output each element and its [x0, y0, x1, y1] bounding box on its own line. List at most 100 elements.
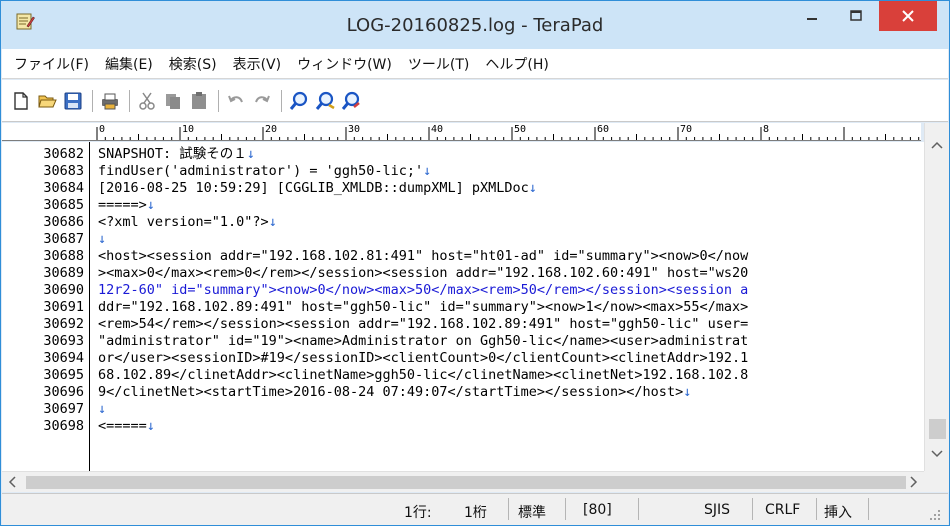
editor-line[interactable]: 30682 SNAPSHOT: 試験その１↓	[2, 146, 924, 162]
line-content: =====>	[98, 197, 147, 213]
resize-grip-icon[interactable]	[928, 508, 942, 522]
status-separator	[638, 498, 639, 520]
paste-button[interactable]	[188, 90, 210, 112]
menu-file[interactable]: ファイル(F)	[8, 54, 95, 74]
minimize-button[interactable]	[793, 1, 831, 31]
line-text[interactable]: ↓	[98, 231, 106, 247]
editor-line[interactable]: 30685 =====>↓	[2, 197, 924, 213]
undo-icon	[228, 95, 243, 102]
line-number: 30685	[43, 197, 84, 213]
menu-tools[interactable]: ツール(T)	[402, 54, 475, 74]
line-text[interactable]: <host><session addr="192.168.102.81:491"…	[98, 248, 748, 264]
line-text[interactable]: <?xml version="1.0"?>↓	[98, 214, 277, 230]
line-text[interactable]: [2016-08-25 10:59:29] [CGGLIB_XMLDB::dum…	[98, 180, 537, 196]
new-file-button[interactable]	[10, 90, 32, 112]
editor-line[interactable]: 30692 <rem>54</rem></session><session add…	[2, 316, 924, 332]
save-button[interactable]	[62, 90, 84, 112]
editor-line[interactable]: 30684 [2016-08-25 10:59:29] [CGGLIB_XMLDB…	[2, 180, 924, 196]
line-text[interactable]: <rem>54</rem></session><session addr="19…	[98, 316, 748, 332]
find-button[interactable]	[288, 90, 310, 112]
newline-mark: ↓	[683, 384, 692, 400]
status-mode: 標準	[518, 505, 546, 521]
newline-mark: ↓	[268, 214, 277, 230]
line-content: SNAPSHOT: 試験その１	[98, 146, 247, 162]
scroll-left-icon[interactable]	[4, 472, 22, 492]
column-ruler: 0 10 20 30 40 50 60 70 8	[89, 123, 921, 141]
status-separator	[868, 498, 869, 520]
newline-mark: ↓	[98, 401, 107, 417]
editor-line[interactable]: 30696 9</clinetNet><startTime>2016-08-24 …	[2, 384, 924, 400]
menu-edit[interactable]: 編集(E)	[99, 54, 159, 74]
line-text[interactable]: findUser('administrator') = 'ggh50-lic;'…	[98, 163, 431, 179]
scroll-right-icon[interactable]	[904, 472, 922, 492]
line-text[interactable]: ddr="192.168.102.89:491" host="ggh50-lic…	[98, 299, 748, 315]
editor-line[interactable]: 30688 <host><session addr="192.168.102.81…	[2, 248, 924, 264]
new-file-icon	[14, 91, 28, 110]
line-number: 30691	[43, 299, 84, 315]
close-button[interactable]	[879, 1, 937, 31]
copy-button[interactable]	[162, 90, 184, 112]
vertical-scrollbar[interactable]	[924, 123, 949, 471]
ruler-label: 30	[348, 124, 361, 135]
line-text[interactable]: ↓	[98, 401, 106, 417]
line-text[interactable]: SNAPSHOT: 試験その１↓	[98, 146, 255, 162]
text-editor[interactable]: 30682 SNAPSHOT: 試験その１↓ 30683 findUser('admi…	[2, 142, 924, 471]
title-bar[interactable]: LOG-20160825.log - TeraPad	[1, 1, 949, 49]
editor-line[interactable]: 30693 "administrator" id="19"><name>Admin…	[2, 333, 924, 349]
menu-view[interactable]: 表示(V)	[227, 54, 288, 74]
line-text[interactable]: or</user><sessionID>#19</sessionID><clie…	[98, 350, 748, 366]
toolbar-separator	[129, 89, 130, 112]
open-file-button[interactable]	[36, 90, 58, 112]
paste-icon	[192, 91, 206, 109]
ruler-gutter	[2, 123, 89, 141]
menu-search[interactable]: 検索(S)	[163, 54, 223, 74]
print-button[interactable]	[99, 90, 121, 112]
horizontal-scroll-thumb[interactable]	[26, 476, 906, 489]
editor-line[interactable]: 30695 68.102.89</clinetAddr><clinetName>g…	[2, 367, 924, 383]
editor-line[interactable]: 30686 <?xml version="1.0"?>↓	[2, 214, 924, 230]
editor-line[interactable]: 30687 ↓	[2, 231, 924, 247]
line-content: findUser('administrator') = 'ggh50-lic;'	[98, 163, 424, 179]
ruler-label: 60	[597, 124, 610, 135]
line-text[interactable]: <=====↓	[98, 418, 155, 434]
line-number: 30684	[43, 180, 84, 196]
status-bar: 1行: 1桁 標準 [80] SJIS CRLF 挿入	[2, 493, 948, 525]
undo-button[interactable]	[225, 90, 247, 112]
cut-button[interactable]	[136, 90, 158, 112]
line-text[interactable]: 9</clinetNet><startTime>2016-08-24 07:49…	[98, 384, 691, 400]
redo-button[interactable]	[251, 90, 273, 112]
cut-icon	[139, 92, 155, 110]
maximize-button[interactable]	[837, 1, 875, 31]
menu-help[interactable]: ヘルプ(H)	[479, 54, 554, 74]
editor-line[interactable]: 30698 <=====↓	[2, 418, 924, 434]
find-next-button[interactable]	[314, 90, 336, 112]
editor-line[interactable]: 30683 findUser('administrator') = 'ggh50-…	[2, 163, 924, 179]
scroll-up-icon[interactable]	[925, 137, 949, 155]
line-content: 68.102.89</clinetAddr><clinetName>ggh50-…	[98, 367, 749, 383]
vertical-scroll-thumb[interactable]	[929, 419, 946, 439]
find-prev-button[interactable]	[340, 90, 362, 112]
editor-line[interactable]: 30689 ><max>0</max><rem>0</rem></session>…	[2, 265, 924, 281]
line-text[interactable]: =====>↓	[98, 197, 155, 213]
editor-line[interactable]: 30690 12r2-60" id="summary"><now>0</now><…	[2, 282, 924, 298]
line-number: 30693	[43, 333, 84, 349]
line-text[interactable]: ><max>0</max><rem>0</rem></session><sess…	[98, 265, 748, 281]
line-number: 30698	[43, 418, 84, 434]
line-number-divider	[89, 142, 90, 471]
find-next-icon	[315, 91, 335, 110]
editor-line[interactable]: 30691 ddr="192.168.102.89:491" host="ggh5…	[2, 299, 924, 315]
editor-line[interactable]: 30694 or</user><sessionID>#19</sessionID>…	[2, 350, 924, 366]
scroll-down-icon[interactable]	[925, 445, 949, 463]
line-content: <=====	[98, 418, 147, 434]
editor-line[interactable]: 30697 ↓	[2, 401, 924, 417]
line-text[interactable]: 12r2-60" id="summary"><now>0</now><max>5…	[98, 282, 748, 298]
toolbar-separator	[92, 89, 93, 112]
line-content: ><max>0</max><rem>0</rem></session><sess…	[98, 265, 749, 281]
horizontal-scrollbar[interactable]	[2, 471, 924, 492]
status-insert-mode: 挿入	[824, 505, 852, 521]
line-text[interactable]: 68.102.89</clinetAddr><clinetName>ggh50-…	[98, 367, 748, 383]
line-text[interactable]: "administrator" id="19"><name>Administra…	[98, 333, 748, 349]
menu-window[interactable]: ウィンドウ(W)	[291, 54, 398, 74]
status-line: 1行:	[404, 505, 432, 521]
status-separator	[508, 498, 509, 520]
